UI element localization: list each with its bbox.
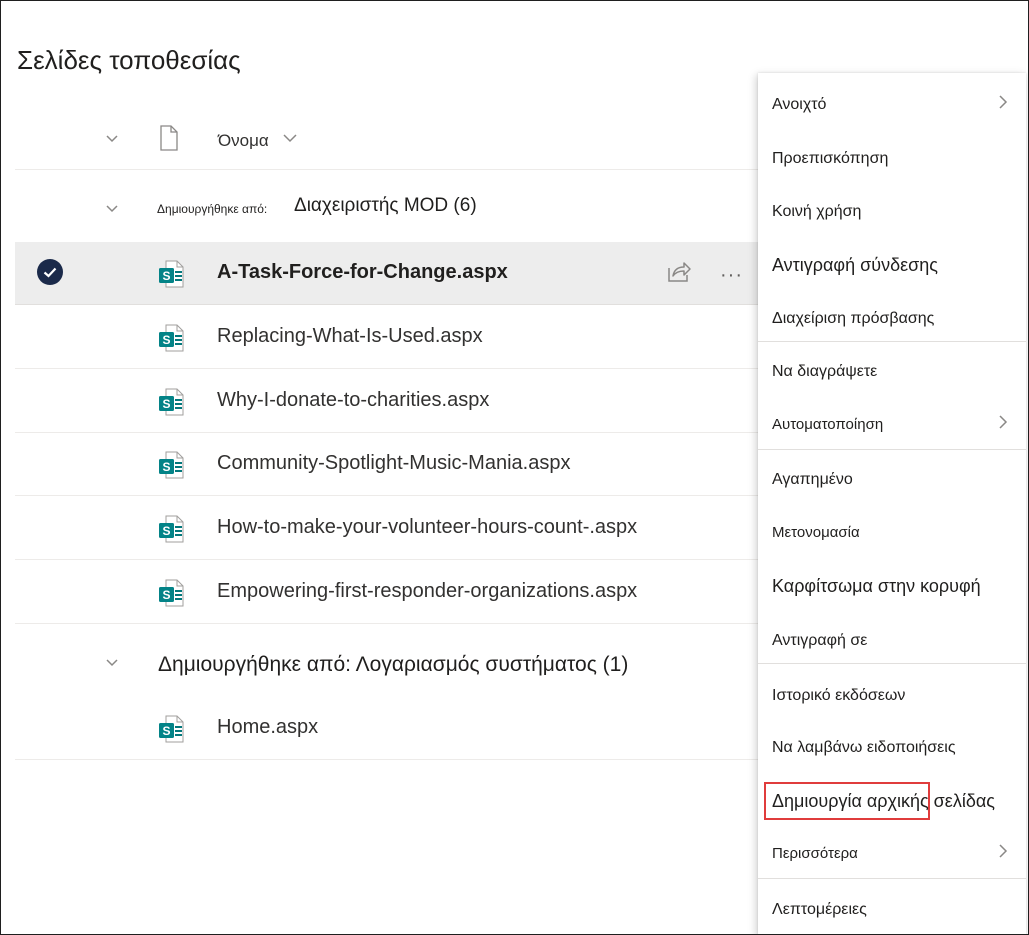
menu-item-label: Καρφίτσωμα στην κορυφή bbox=[772, 576, 981, 596]
file-name-link[interactable]: Why-I-donate-to-charities.aspx bbox=[217, 389, 489, 412]
sharepoint-page-icon: S bbox=[158, 578, 186, 613]
menu-item-share[interactable]: Κοινή χρήση bbox=[758, 186, 1026, 236]
svg-text:S: S bbox=[162, 397, 170, 411]
file-name-link[interactable]: Empowering-first-responder-organizations… bbox=[217, 580, 637, 603]
chevron-right-icon bbox=[998, 94, 1008, 115]
menu-item-details[interactable]: Λεπτομέρειες bbox=[758, 884, 1026, 934]
menu-item-label: Περισσότερα bbox=[772, 845, 858, 862]
menu-item-rename[interactable]: Μετονομασία bbox=[758, 507, 1026, 557]
file-name-link[interactable]: Replacing-What-Is-Used.aspx bbox=[217, 325, 483, 348]
more-options-icon[interactable]: ··· bbox=[720, 264, 743, 287]
menu-divider bbox=[758, 663, 1026, 664]
svg-text:S: S bbox=[162, 269, 170, 283]
svg-text:S: S bbox=[162, 460, 170, 474]
file-name-link[interactable]: A-Task-Force-for-Change.aspx bbox=[217, 261, 508, 284]
name-column-header[interactable]: Όνομα bbox=[218, 131, 269, 151]
name-sort-chevron-icon[interactable] bbox=[282, 130, 298, 148]
page-title: Σελίδες τοποθεσίας bbox=[17, 45, 241, 75]
collapse-all-chevron-icon[interactable] bbox=[105, 131, 119, 149]
menu-item-pin-to-top[interactable]: Καρφίτσωμα στην κορυφή bbox=[758, 561, 1026, 611]
file-type-column-icon[interactable] bbox=[159, 125, 179, 156]
menu-item-manage-access[interactable]: Διαχείριση πρόσβασης bbox=[758, 293, 1026, 343]
screenshot-frame: Σελίδες τοποθεσίας Όνομα Δημιουργήθηκε α… bbox=[0, 0, 1029, 935]
chevron-right-icon bbox=[998, 414, 1008, 435]
menu-item-label: Αντιγραφή σύνδεσης bbox=[772, 255, 938, 275]
chevron-right-icon bbox=[998, 843, 1008, 864]
menu-item-label: Να διαγράψετε bbox=[772, 363, 878, 380]
group-label-value: Διαχειριστής MOD (6) bbox=[294, 195, 477, 216]
menu-item-copy-link[interactable]: Αντιγραφή σύνδεσης bbox=[758, 240, 1026, 290]
sharepoint-page-icon: S bbox=[158, 714, 186, 749]
menu-item-favorite[interactable]: Αγαπημένο bbox=[758, 454, 1026, 504]
menu-item-alert-me[interactable]: Να λαμβάνω ειδοποιήσεις bbox=[758, 722, 1026, 772]
menu-item-label: Μετονομασία bbox=[772, 524, 860, 541]
sharepoint-page-icon: S bbox=[158, 387, 186, 422]
sharepoint-page-icon: S bbox=[158, 450, 186, 485]
svg-text:S: S bbox=[162, 588, 170, 602]
menu-item-label: Διαχείριση πρόσβασης bbox=[772, 310, 935, 327]
menu-item-label: Ανοιχτό bbox=[772, 96, 827, 113]
menu-item-copy-to[interactable]: Αντιγραφή σε bbox=[758, 615, 1026, 665]
sharepoint-page-icon: S bbox=[158, 259, 186, 294]
file-name-link[interactable]: Community-Spotlight-Music-Mania.aspx bbox=[217, 452, 570, 475]
menu-item-label: Αγαπημένο bbox=[772, 471, 853, 488]
file-name-link[interactable]: How-to-make-your-volunteer-hours-count-.… bbox=[217, 516, 637, 539]
menu-item-label: Αντιγραφή σε bbox=[772, 632, 868, 649]
menu-item-label: Προεπισκόπηση bbox=[772, 150, 889, 167]
group-label-prefix: Δημιουργήθηκε από: bbox=[157, 202, 268, 216]
menu-item-label: Λεπτομέρειες bbox=[772, 901, 867, 918]
menu-item-label: Να λαμβάνω ειδοποιήσεις bbox=[772, 739, 956, 756]
group-collapse-chevron-icon[interactable] bbox=[105, 655, 119, 673]
menu-item-open[interactable]: Ανοιχτό bbox=[758, 79, 1026, 129]
sharepoint-page-icon: S bbox=[158, 323, 186, 358]
menu-item-version-history[interactable]: Ιστορικό εκδόσεων bbox=[758, 670, 1026, 720]
menu-divider bbox=[758, 341, 1026, 342]
menu-item-delete[interactable]: Να διαγράψετε bbox=[758, 346, 1026, 396]
menu-item-make-homepage[interactable]: Δημιουργία αρχικής σελίδας bbox=[758, 776, 1026, 826]
menu-item-automate[interactable]: Αυτοματοποίηση bbox=[758, 399, 1026, 449]
group-label: Δημιουργήθηκε από: Λογαριασμός συστήματο… bbox=[158, 653, 629, 676]
menu-divider bbox=[758, 878, 1026, 879]
sharepoint-page-icon: S bbox=[158, 514, 186, 549]
svg-text:S: S bbox=[162, 724, 170, 738]
share-icon[interactable] bbox=[666, 259, 692, 290]
menu-item-label: Κοινή χρήση bbox=[772, 203, 862, 220]
svg-text:S: S bbox=[162, 333, 170, 347]
group-collapse-chevron-icon[interactable] bbox=[105, 201, 119, 219]
menu-item-more[interactable]: Περισσότερα bbox=[758, 828, 1026, 878]
menu-item-preview[interactable]: Προεπισκόπηση bbox=[758, 133, 1026, 183]
svg-text:S: S bbox=[162, 524, 170, 538]
selected-check-icon[interactable] bbox=[37, 259, 63, 285]
menu-item-label: Ιστορικό εκδόσεων bbox=[772, 687, 906, 704]
menu-item-label: Δημιουργία αρχικής σελίδας bbox=[772, 791, 995, 811]
menu-divider bbox=[758, 449, 1026, 450]
file-name-link[interactable]: Home.aspx bbox=[217, 716, 318, 739]
context-menu: Ανοιχτό Προεπισκόπηση Κοινή χρήση Αντιγρ… bbox=[758, 73, 1026, 934]
menu-item-label: Αυτοματοποίηση bbox=[772, 416, 884, 433]
